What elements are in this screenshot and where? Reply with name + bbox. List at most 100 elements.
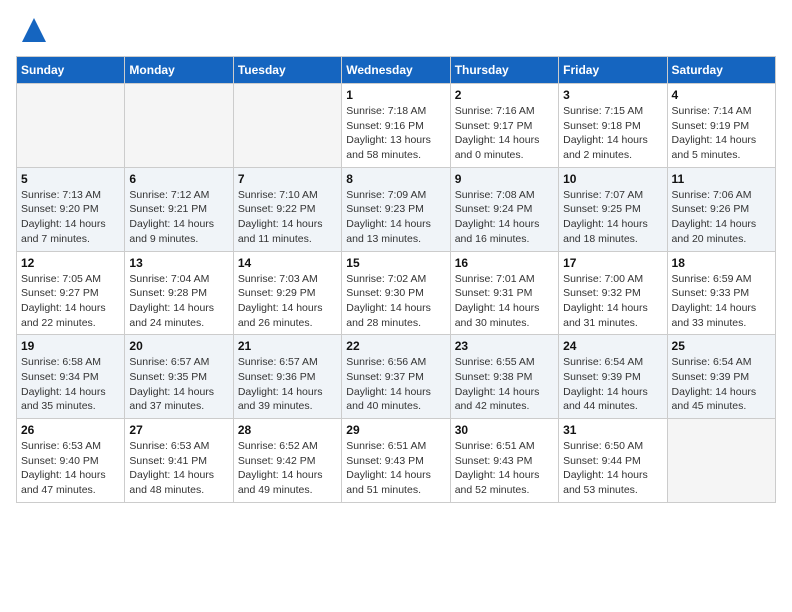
calendar-cell: 25Sunrise: 6:54 AM Sunset: 9:39 PM Dayli… xyxy=(667,335,775,419)
calendar-cell: 11 Sunrise: 7:06 AM Sunset: 9:26 PM Dayli… xyxy=(667,167,775,251)
calendar-cell: 10 Sunrise: 7:07 AM Sunset: 9:25 PM Dayli… xyxy=(559,167,667,251)
day-number: 26 xyxy=(21,423,120,437)
calendar-week-4: 19Sunrise: 6:58 AM Sunset: 9:34 PM Dayli… xyxy=(17,335,776,419)
day-number: 30 xyxy=(455,423,554,437)
day-info: Sunrise: 6:54 AM Sunset: 9:39 PM Dayligh… xyxy=(563,355,662,414)
day-info: Sunrise: 7:16 AM Sunset: 9:17 PM Dayligh… xyxy=(455,104,554,163)
calendar-week-2: 5Sunrise: 7:13 AM Sunset: 9:20 PM Daylig… xyxy=(17,167,776,251)
calendar-week-1: 1 Sunrise: 7:18 AM Sunset: 9:16 PM Daylig… xyxy=(17,84,776,168)
day-info: Sunrise: 7:06 AM Sunset: 9:26 PM Dayligh… xyxy=(672,188,771,247)
day-info: Sunrise: 7:00 AM Sunset: 9:32 PM Dayligh… xyxy=(563,272,662,331)
calendar-header-tuesday: Tuesday xyxy=(233,57,341,84)
calendar-table: SundayMondayTuesdayWednesdayThursdayFrid… xyxy=(16,56,776,503)
calendar-cell: 29 Sunrise: 6:51 AM Sunset: 9:43 PM Dayli… xyxy=(342,419,450,503)
day-info: Sunrise: 6:52 AM Sunset: 9:42 PM Dayligh… xyxy=(238,439,337,498)
calendar-cell: 16 Sunrise: 7:01 AM Sunset: 9:31 PM Dayli… xyxy=(450,251,558,335)
day-number: 3 xyxy=(563,88,662,102)
day-number: 20 xyxy=(129,339,228,353)
day-number: 18 xyxy=(672,256,771,270)
day-info: Sunrise: 6:50 AM Sunset: 9:44 PM Dayligh… xyxy=(563,439,662,498)
day-number: 25 xyxy=(672,339,771,353)
calendar-cell: 1 Sunrise: 7:18 AM Sunset: 9:16 PM Daylig… xyxy=(342,84,450,168)
calendar-cell: 13 Sunrise: 7:04 AM Sunset: 9:28 PM Dayli… xyxy=(125,251,233,335)
day-info: Sunrise: 7:18 AM Sunset: 9:16 PM Dayligh… xyxy=(346,104,445,163)
calendar-cell xyxy=(125,84,233,168)
day-info: Sunrise: 6:53 AM Sunset: 9:41 PM Dayligh… xyxy=(129,439,228,498)
day-number: 22 xyxy=(346,339,445,353)
day-info: Sunrise: 7:14 AM Sunset: 9:19 PM Dayligh… xyxy=(672,104,771,163)
calendar-cell: 6 Sunrise: 7:12 AM Sunset: 9:21 PM Daylig… xyxy=(125,167,233,251)
calendar-cell: 2 Sunrise: 7:16 AM Sunset: 9:17 PM Daylig… xyxy=(450,84,558,168)
calendar-cell: 21Sunrise: 6:57 AM Sunset: 9:36 PM Dayli… xyxy=(233,335,341,419)
day-number: 1 xyxy=(346,88,445,102)
calendar-cell: 31 Sunrise: 6:50 AM Sunset: 9:44 PM Dayli… xyxy=(559,419,667,503)
day-info: Sunrise: 7:01 AM Sunset: 9:31 PM Dayligh… xyxy=(455,272,554,331)
calendar-header-monday: Monday xyxy=(125,57,233,84)
calendar-cell: 28 Sunrise: 6:52 AM Sunset: 9:42 PM Dayli… xyxy=(233,419,341,503)
day-number: 2 xyxy=(455,88,554,102)
calendar-cell: 5Sunrise: 7:13 AM Sunset: 9:20 PM Daylig… xyxy=(17,167,125,251)
page-header xyxy=(16,16,776,44)
calendar-cell: 4 Sunrise: 7:14 AM Sunset: 9:19 PM Daylig… xyxy=(667,84,775,168)
day-number: 15 xyxy=(346,256,445,270)
day-info: Sunrise: 7:02 AM Sunset: 9:30 PM Dayligh… xyxy=(346,272,445,331)
day-number: 17 xyxy=(563,256,662,270)
day-info: Sunrise: 6:58 AM Sunset: 9:34 PM Dayligh… xyxy=(21,355,120,414)
day-number: 27 xyxy=(129,423,228,437)
day-info: Sunrise: 6:57 AM Sunset: 9:36 PM Dayligh… xyxy=(238,355,337,414)
calendar-header-sunday: Sunday xyxy=(17,57,125,84)
day-info: Sunrise: 7:03 AM Sunset: 9:29 PM Dayligh… xyxy=(238,272,337,331)
day-info: Sunrise: 6:51 AM Sunset: 9:43 PM Dayligh… xyxy=(455,439,554,498)
day-number: 10 xyxy=(563,172,662,186)
day-info: Sunrise: 6:55 AM Sunset: 9:38 PM Dayligh… xyxy=(455,355,554,414)
day-info: Sunrise: 7:04 AM Sunset: 9:28 PM Dayligh… xyxy=(129,272,228,331)
day-info: Sunrise: 6:53 AM Sunset: 9:40 PM Dayligh… xyxy=(21,439,120,498)
day-info: Sunrise: 6:51 AM Sunset: 9:43 PM Dayligh… xyxy=(346,439,445,498)
day-number: 8 xyxy=(346,172,445,186)
day-number: 23 xyxy=(455,339,554,353)
calendar-cell: 30 Sunrise: 6:51 AM Sunset: 9:43 PM Dayli… xyxy=(450,419,558,503)
day-number: 14 xyxy=(238,256,337,270)
calendar-cell xyxy=(667,419,775,503)
calendar-cell: 23 Sunrise: 6:55 AM Sunset: 9:38 PM Dayli… xyxy=(450,335,558,419)
day-number: 13 xyxy=(129,256,228,270)
calendar-cell: 27 Sunrise: 6:53 AM Sunset: 9:41 PM Dayli… xyxy=(125,419,233,503)
day-info: Sunrise: 6:56 AM Sunset: 9:37 PM Dayligh… xyxy=(346,355,445,414)
day-number: 31 xyxy=(563,423,662,437)
calendar-cell: 18 Sunrise: 6:59 AM Sunset: 9:33 PM Dayli… xyxy=(667,251,775,335)
calendar-cell: 9Sunrise: 7:08 AM Sunset: 9:24 PM Daylig… xyxy=(450,167,558,251)
day-info: Sunrise: 7:12 AM Sunset: 9:21 PM Dayligh… xyxy=(129,188,228,247)
day-info: Sunrise: 6:57 AM Sunset: 9:35 PM Dayligh… xyxy=(129,355,228,414)
day-info: Sunrise: 7:13 AM Sunset: 9:20 PM Dayligh… xyxy=(21,188,120,247)
day-number: 29 xyxy=(346,423,445,437)
calendar-cell: 19Sunrise: 6:58 AM Sunset: 9:34 PM Dayli… xyxy=(17,335,125,419)
calendar-cell: 22 Sunrise: 6:56 AM Sunset: 9:37 PM Dayli… xyxy=(342,335,450,419)
calendar-header-row: SundayMondayTuesdayWednesdayThursdayFrid… xyxy=(17,57,776,84)
calendar-week-5: 26 Sunrise: 6:53 AM Sunset: 9:40 PM Dayli… xyxy=(17,419,776,503)
day-number: 16 xyxy=(455,256,554,270)
day-number: 4 xyxy=(672,88,771,102)
day-number: 7 xyxy=(238,172,337,186)
calendar-header-thursday: Thursday xyxy=(450,57,558,84)
calendar-cell: 8 Sunrise: 7:09 AM Sunset: 9:23 PM Daylig… xyxy=(342,167,450,251)
calendar-cell: 12Sunrise: 7:05 AM Sunset: 9:27 PM Dayli… xyxy=(17,251,125,335)
calendar-week-3: 12Sunrise: 7:05 AM Sunset: 9:27 PM Dayli… xyxy=(17,251,776,335)
day-number: 6 xyxy=(129,172,228,186)
day-number: 11 xyxy=(672,172,771,186)
calendar-cell: 20 Sunrise: 6:57 AM Sunset: 9:35 PM Dayli… xyxy=(125,335,233,419)
calendar-cell: 24Sunrise: 6:54 AM Sunset: 9:39 PM Dayli… xyxy=(559,335,667,419)
day-info: Sunrise: 7:08 AM Sunset: 9:24 PM Dayligh… xyxy=(455,188,554,247)
calendar-header-saturday: Saturday xyxy=(667,57,775,84)
day-number: 28 xyxy=(238,423,337,437)
calendar-cell: 15 Sunrise: 7:02 AM Sunset: 9:30 PM Dayli… xyxy=(342,251,450,335)
calendar-cell xyxy=(233,84,341,168)
calendar-header-wednesday: Wednesday xyxy=(342,57,450,84)
day-info: Sunrise: 6:59 AM Sunset: 9:33 PM Dayligh… xyxy=(672,272,771,331)
calendar-cell xyxy=(17,84,125,168)
calendar-cell: 14 Sunrise: 7:03 AM Sunset: 9:29 PM Dayli… xyxy=(233,251,341,335)
day-info: Sunrise: 7:07 AM Sunset: 9:25 PM Dayligh… xyxy=(563,188,662,247)
day-info: Sunrise: 7:09 AM Sunset: 9:23 PM Dayligh… xyxy=(346,188,445,247)
day-info: Sunrise: 7:10 AM Sunset: 9:22 PM Dayligh… xyxy=(238,188,337,247)
calendar-cell: 3Sunrise: 7:15 AM Sunset: 9:18 PM Daylig… xyxy=(559,84,667,168)
logo xyxy=(16,16,48,44)
